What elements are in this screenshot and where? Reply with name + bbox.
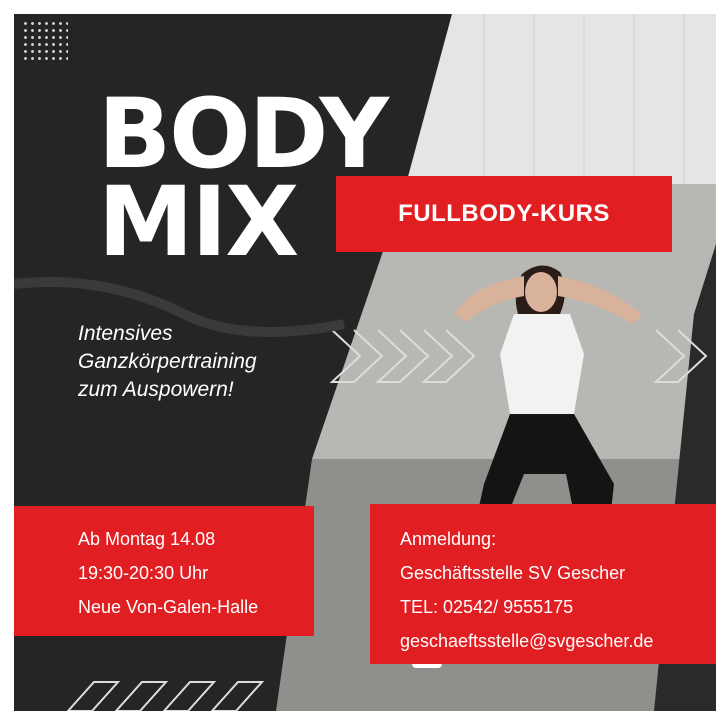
registration-heading: Anmeldung: xyxy=(400,529,497,549)
schedule-location: Neue Von-Galen-Halle xyxy=(78,597,259,617)
schedule-time: 19:30-20:30 Uhr xyxy=(78,563,209,583)
title-mix: MIX xyxy=(98,166,299,278)
registration-email: geschaeftsstelle@svgescher.de xyxy=(400,631,654,651)
course-type-badge: FULLBODY-KURS xyxy=(336,176,672,252)
slash-stripes xyxy=(66,681,265,711)
badge-label: FULLBODY-KURS xyxy=(398,200,610,227)
registration-phone: TEL: 02542/ 9555175 xyxy=(400,597,574,617)
tagline-line: Intensives xyxy=(78,322,173,345)
dot-grid xyxy=(22,20,68,60)
tagline-line: zum Auspowern! xyxy=(78,378,234,401)
registration-office: Geschäftsstelle SV Gescher xyxy=(400,563,626,583)
tagline-line: Ganzkörpertraining xyxy=(78,350,257,373)
registration-text: Anmeldung: Geschäftsstelle SV Gescher TE… xyxy=(400,522,653,658)
tagline: Intensives Ganzkörpertraining zum Auspow… xyxy=(78,320,257,404)
schedule-text: Ab Montag 14.08 19:30-20:30 Uhr Neue Von… xyxy=(78,522,258,624)
schedule-start-date: Ab Montag 14.08 xyxy=(78,529,216,549)
course-poster: BODY MIX FULLBODY-KURS Intensives Ganzkö… xyxy=(14,14,716,711)
